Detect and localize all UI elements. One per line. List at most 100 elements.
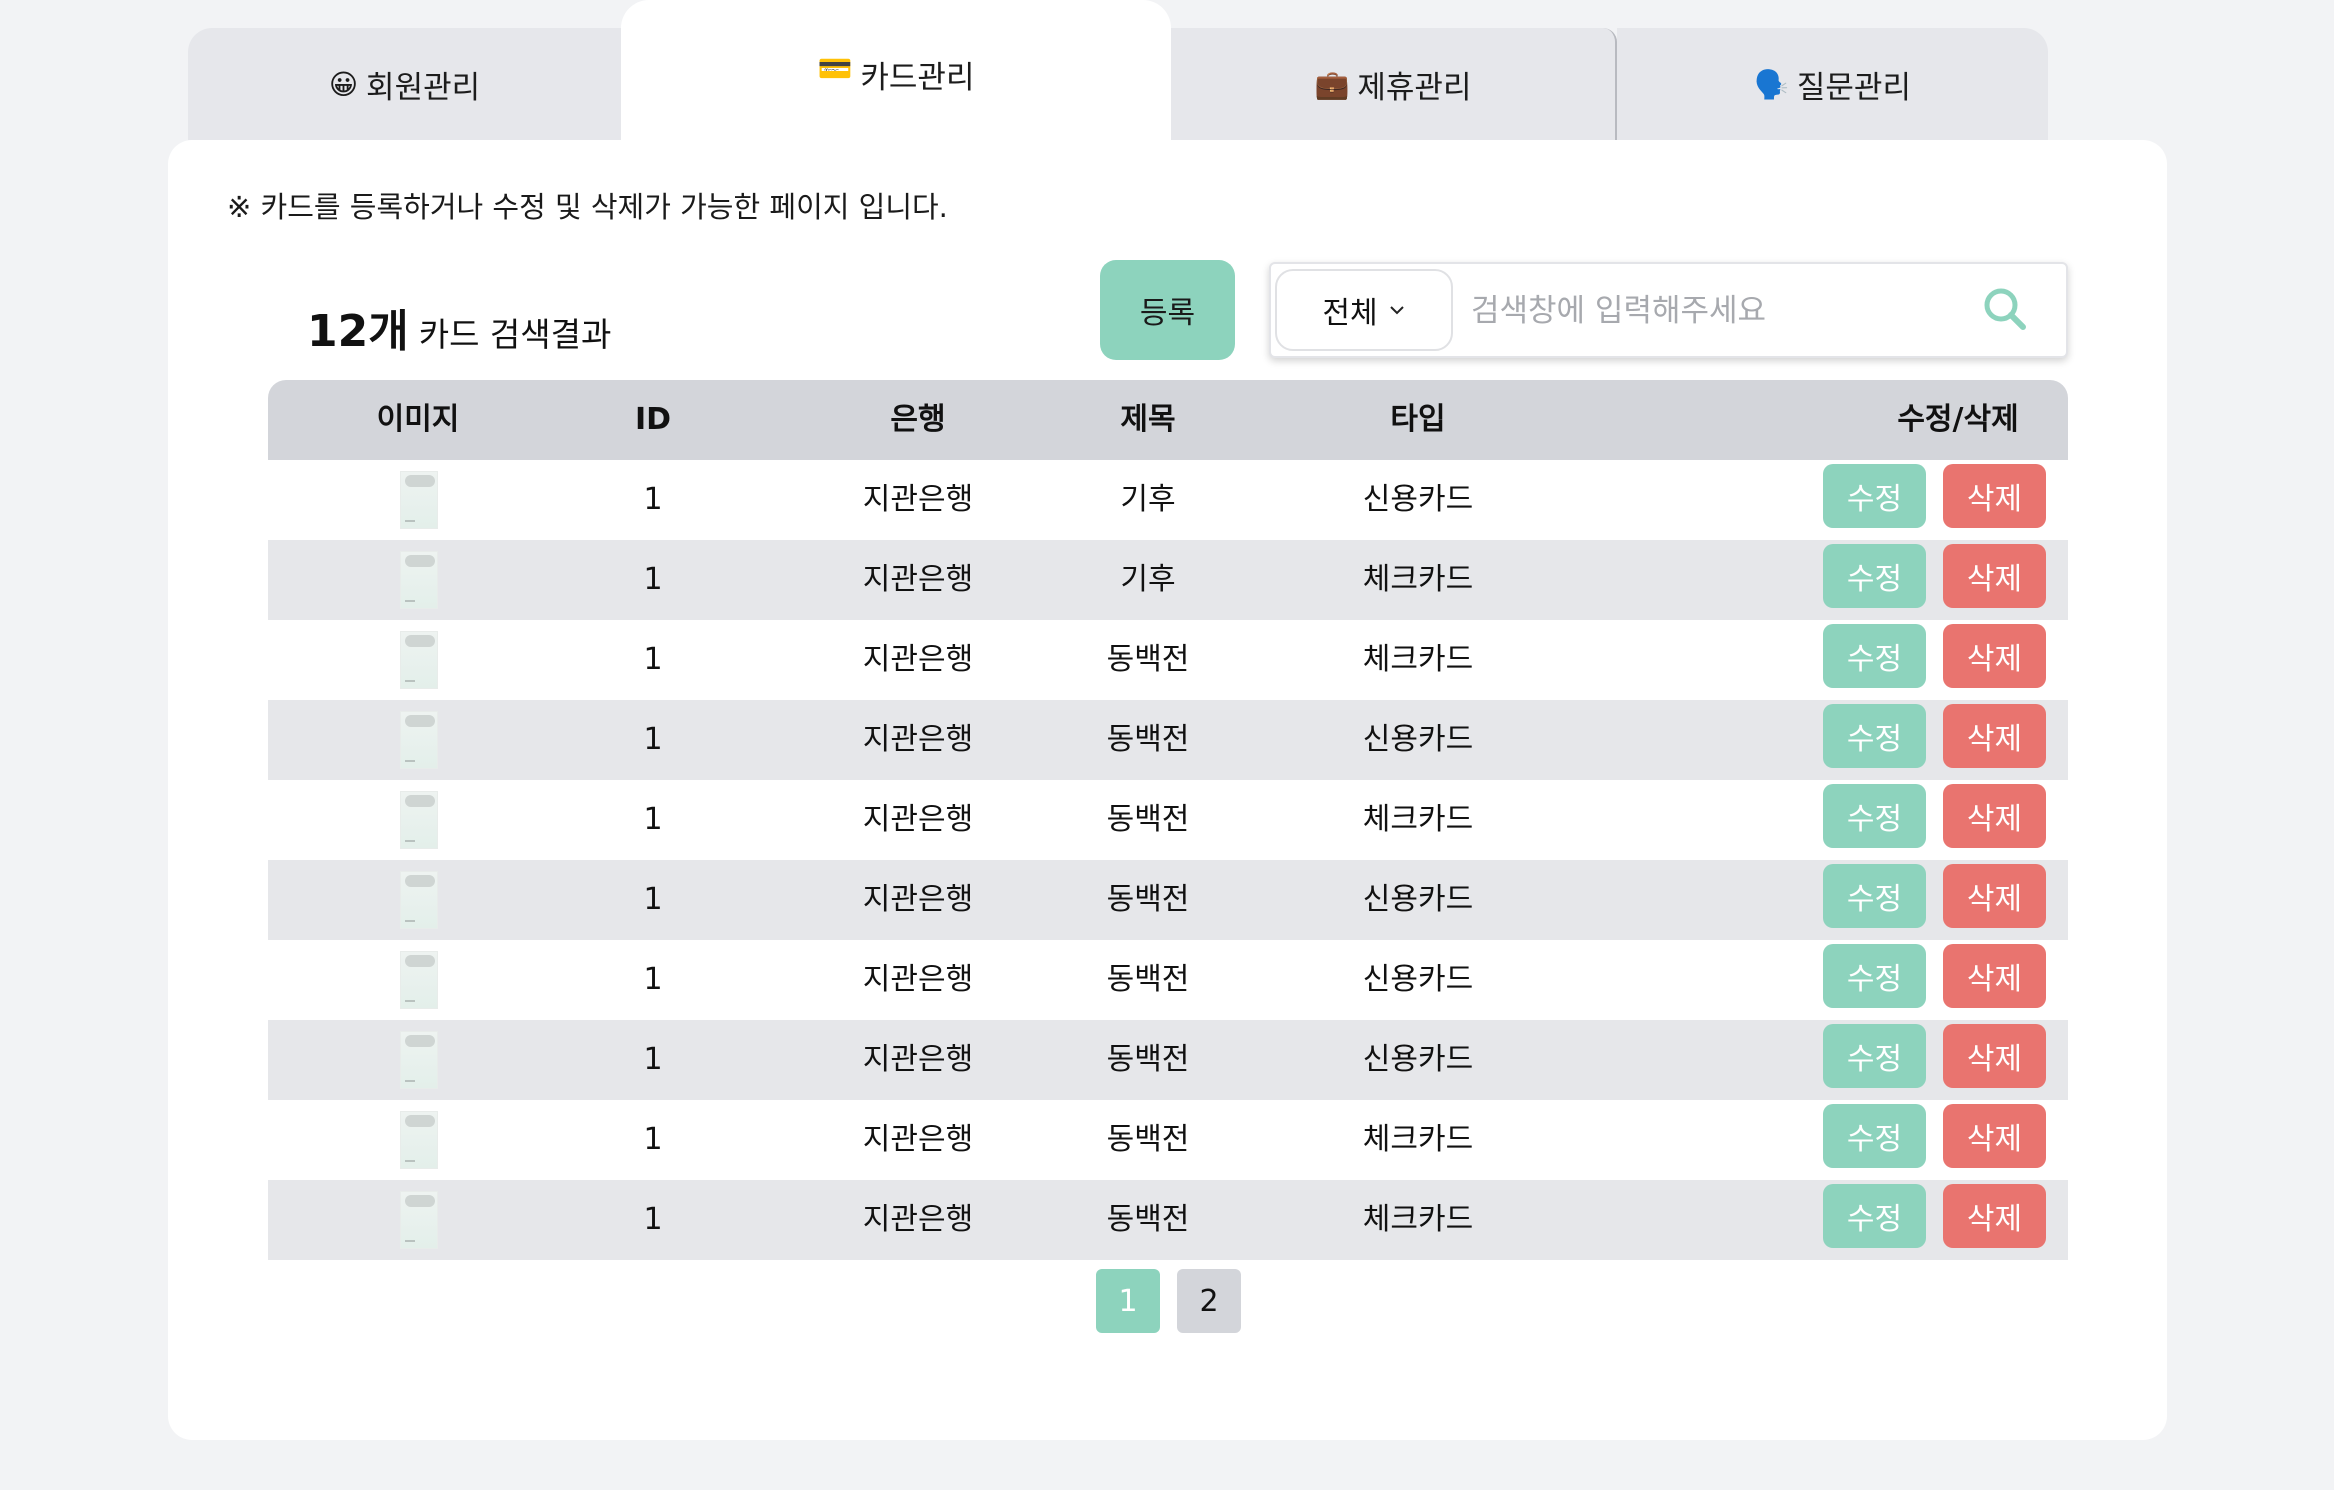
- header-image: 이미지: [376, 402, 460, 437]
- card-management-panel: ※ 카드를 등록하거나 수정 및 삭제가 가능한 페이지 입니다. 12개 카드…: [168, 140, 2167, 1440]
- cell-type: 체크카드: [1362, 642, 1474, 677]
- delete-button[interactable]: 삭제: [1943, 544, 2046, 608]
- card-thumbnail: [400, 711, 438, 769]
- edit-button[interactable]: 수정: [1823, 544, 1926, 608]
- tab-bar: 😀 회원관리 💳 카드관리 💼 제휴관리 🗣️ 질문관리: [188, 0, 2048, 140]
- tab-label: 회원관리: [366, 69, 481, 106]
- cell-id: 1: [643, 562, 663, 597]
- cell-type: 체크카드: [1362, 802, 1474, 837]
- pagination: 1 2: [1096, 1269, 1258, 1333]
- cell-title: 동백전: [1106, 1202, 1190, 1237]
- cell-type: 체크카드: [1362, 1122, 1474, 1157]
- cell-bank: 지관은행: [862, 722, 974, 757]
- cell-title: 동백전: [1106, 1042, 1190, 1077]
- cell-title: 동백전: [1106, 642, 1190, 677]
- cell-title: 동백전: [1106, 962, 1190, 997]
- cell-type: 체크카드: [1362, 1202, 1474, 1237]
- delete-button[interactable]: 삭제: [1943, 624, 2046, 688]
- register-button[interactable]: 등록: [1100, 260, 1235, 360]
- cell-id: 1: [643, 882, 663, 917]
- delete-button[interactable]: 삭제: [1943, 704, 2046, 768]
- edit-button[interactable]: 수정: [1823, 1184, 1926, 1248]
- cell-title: 기후: [1120, 482, 1176, 517]
- tab-label: 카드관리: [860, 60, 975, 96]
- credit-card-icon: 💳: [817, 52, 853, 85]
- cell-bank: 지관은행: [862, 1122, 974, 1157]
- page-2-button[interactable]: 2: [1177, 1269, 1241, 1333]
- table-header: 이미지 ID 은행 제목 타입 수정/삭제: [268, 380, 2068, 460]
- card-thumbnail: [400, 951, 438, 1009]
- cell-title: 기후: [1120, 562, 1176, 597]
- cell-id: 1: [643, 1202, 663, 1237]
- cell-bank: 지관은행: [862, 1202, 974, 1237]
- header-title: 제목: [1120, 402, 1176, 437]
- filter-value: 전체: [1322, 296, 1378, 331]
- delete-button[interactable]: 삭제: [1943, 864, 2046, 928]
- cell-title: 동백전: [1106, 1122, 1190, 1157]
- cell-id: 1: [643, 1042, 663, 1077]
- search-bar: 전체: [1269, 262, 2068, 358]
- search-icon[interactable]: [1980, 284, 2030, 334]
- table-row: 1 지관은행 동백전 신용카드 수정 삭제: [268, 700, 2068, 780]
- header-id: ID: [634, 402, 672, 437]
- table-row: 1 지관은행 기후 체크카드 수정 삭제: [268, 540, 2068, 620]
- tab-members[interactable]: 😀 회원관리: [188, 28, 621, 140]
- tab-label: 질문관리: [1796, 69, 1911, 106]
- delete-button[interactable]: 삭제: [1943, 944, 2046, 1008]
- card-thumbnail: [400, 471, 438, 529]
- tab-partners[interactable]: 💼 제휴관리: [1171, 28, 1617, 140]
- result-label: 카드 검색결과: [418, 315, 612, 354]
- delete-button[interactable]: 삭제: [1943, 464, 2046, 528]
- table-row: 1 지관은행 동백전 체크카드 수정 삭제: [268, 620, 2068, 700]
- delete-button[interactable]: 삭제: [1943, 784, 2046, 848]
- cell-bank: 지관은행: [862, 882, 974, 917]
- edit-button[interactable]: 수정: [1823, 704, 1926, 768]
- card-thumbnail: [400, 871, 438, 929]
- cell-id: 1: [643, 722, 663, 757]
- cell-title: 동백전: [1106, 882, 1190, 917]
- page-1-button[interactable]: 1: [1096, 1269, 1160, 1333]
- search-input[interactable]: [1471, 276, 1971, 346]
- cell-type: 신용카드: [1362, 962, 1474, 997]
- result-count: 12개: [307, 306, 409, 357]
- search-filter-select[interactable]: 전체: [1275, 269, 1453, 351]
- briefcase-icon: 💼: [1314, 67, 1350, 101]
- cell-id: 1: [643, 802, 663, 837]
- edit-button[interactable]: 수정: [1823, 624, 1926, 688]
- tab-questions[interactable]: 🗣️ 질문관리: [1617, 28, 2048, 140]
- header-actions: 수정/삭제: [1897, 402, 2019, 437]
- cell-type: 신용카드: [1362, 722, 1474, 757]
- cell-id: 1: [643, 482, 663, 517]
- smile-icon: 😀: [328, 67, 359, 101]
- table-row: 1 지관은행 동백전 체크카드 수정 삭제: [268, 1180, 2068, 1260]
- cell-bank: 지관은행: [862, 1042, 974, 1077]
- cell-id: 1: [643, 962, 663, 997]
- card-thumbnail: [400, 1191, 438, 1249]
- cell-bank: 지관은행: [862, 562, 974, 597]
- table-row: 1 지관은행 동백전 신용카드 수정 삭제: [268, 1020, 2068, 1100]
- cell-type: 체크카드: [1362, 562, 1474, 597]
- cell-bank: 지관은행: [862, 482, 974, 517]
- edit-button[interactable]: 수정: [1823, 1024, 1926, 1088]
- search-result-summary: 12개 카드 검색결과: [307, 295, 611, 359]
- delete-button[interactable]: 삭제: [1943, 1184, 2046, 1248]
- chevron-down-icon: [1389, 306, 1404, 315]
- delete-button[interactable]: 삭제: [1943, 1024, 2046, 1088]
- edit-button[interactable]: 수정: [1823, 944, 1926, 1008]
- cell-title: 동백전: [1106, 722, 1190, 757]
- cell-bank: 지관은행: [862, 802, 974, 837]
- edit-button[interactable]: 수정: [1823, 864, 1926, 928]
- card-thumbnail: [400, 1111, 438, 1169]
- card-thumbnail: [400, 1031, 438, 1089]
- cell-type: 신용카드: [1362, 482, 1474, 517]
- tab-cards[interactable]: 💳 카드관리: [621, 0, 1171, 140]
- header-type: 타입: [1390, 402, 1446, 437]
- delete-button[interactable]: 삭제: [1943, 1104, 2046, 1168]
- cell-id: 1: [643, 642, 663, 677]
- edit-button[interactable]: 수정: [1823, 1104, 1926, 1168]
- edit-button[interactable]: 수정: [1823, 784, 1926, 848]
- edit-button[interactable]: 수정: [1823, 464, 1926, 528]
- cell-bank: 지관은행: [862, 962, 974, 997]
- cell-type: 신용카드: [1362, 1042, 1474, 1077]
- table-row: 1 지관은행 동백전 신용카드 수정 삭제: [268, 860, 2068, 940]
